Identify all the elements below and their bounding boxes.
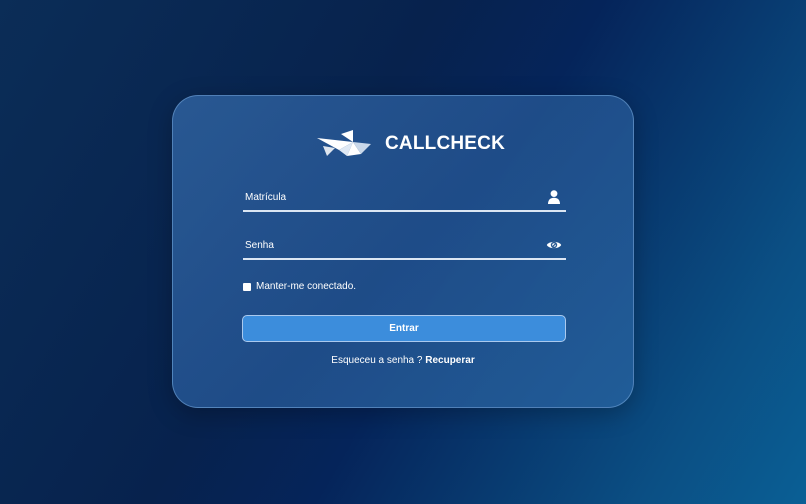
senha-input[interactable]: [245, 235, 535, 255]
senha-field-container: [243, 232, 566, 260]
matricula-field-container: [243, 184, 566, 212]
user-icon: [548, 190, 560, 204]
forgot-password: Esqueceu a senha ? Recuperar: [173, 355, 633, 366]
recover-link[interactable]: Recuperar: [425, 355, 474, 366]
remember-me: Manter-me conectado.: [243, 281, 356, 292]
eye-icon[interactable]: [546, 237, 562, 253]
forgot-text: Esqueceu a senha ?: [331, 355, 423, 366]
remember-checkbox[interactable]: [243, 282, 251, 291]
login-button[interactable]: Entrar: [242, 315, 566, 342]
brand-name: CALLCHECK: [385, 133, 506, 154]
remember-label: Manter-me conectado.: [256, 281, 357, 292]
login-card: CALLCHECK Manter-me conectado. Entrar Es…: [172, 95, 634, 408]
paper-plane-logo-icon: [317, 130, 371, 156]
matricula-input[interactable]: [245, 187, 535, 207]
brand: CALLCHECK: [315, 124, 505, 164]
